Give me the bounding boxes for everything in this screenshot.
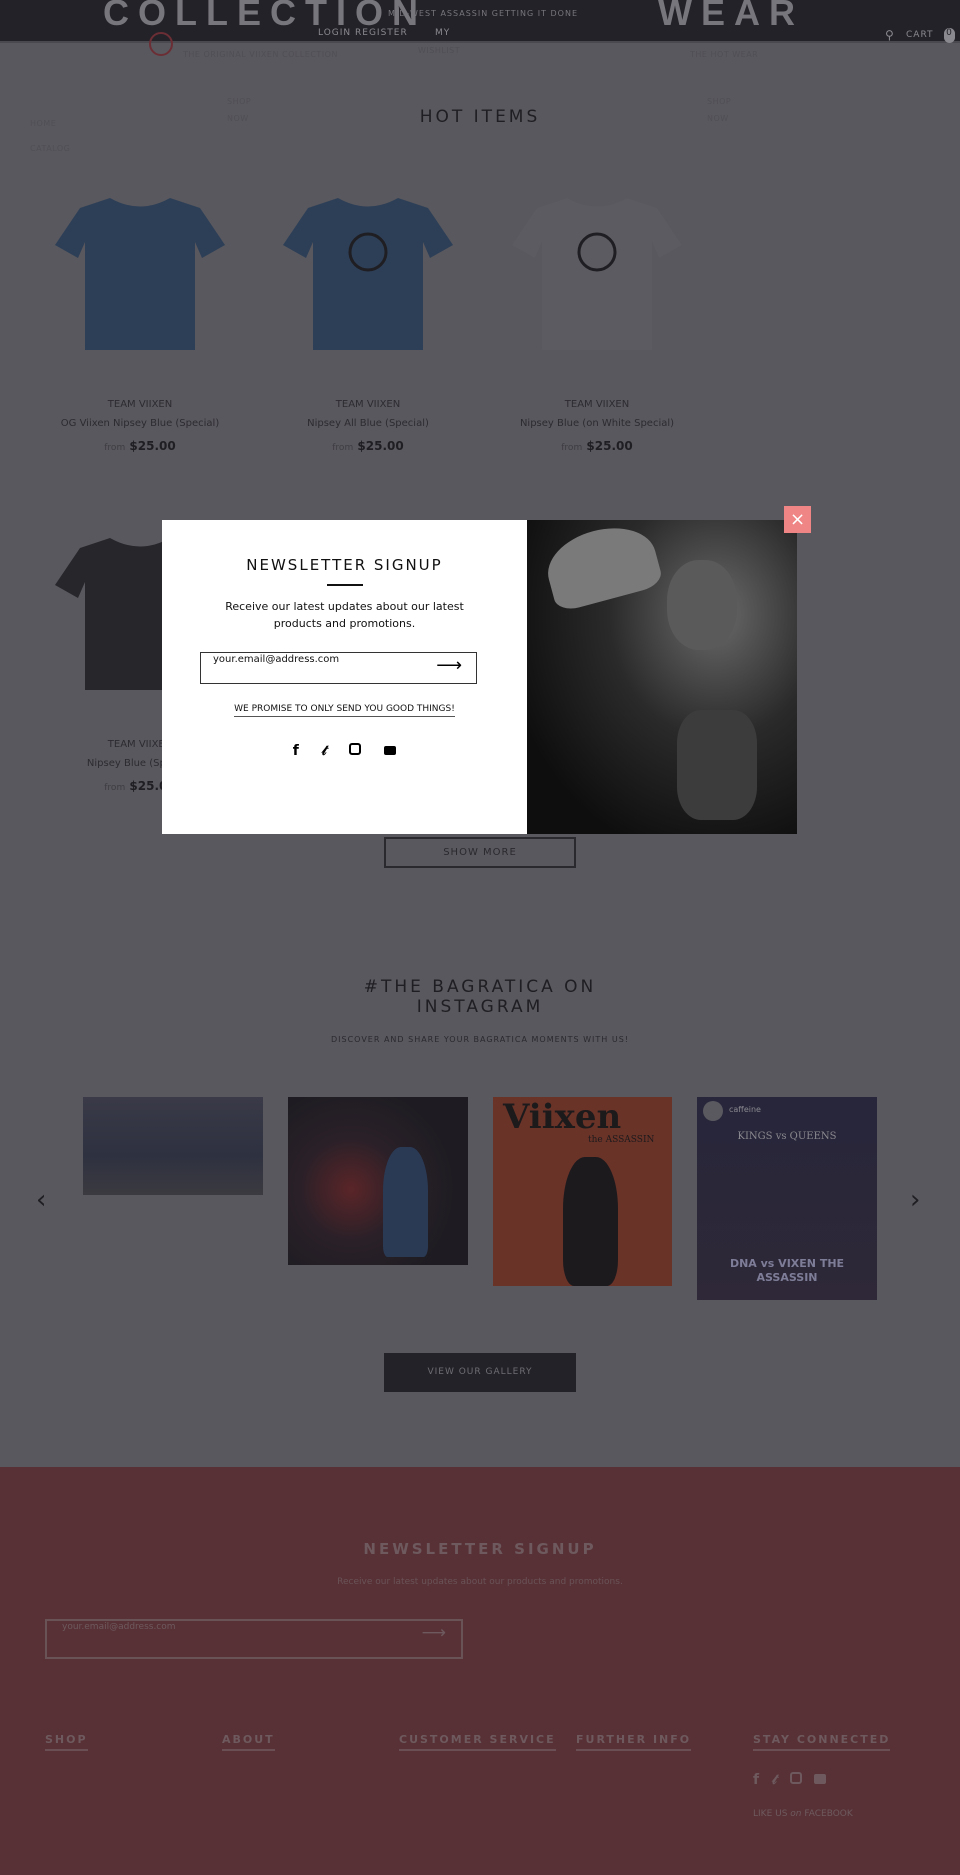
twitter-icon[interactable]: 𝓉 [322, 743, 327, 759]
my-link[interactable]: MY [435, 28, 450, 38]
footer-col-about[interactable]: ABOUT [222, 1733, 275, 1751]
price-from: from [104, 443, 126, 453]
product-brand: TEAM VIIXEN [335, 399, 401, 410]
product-card[interactable]: TEAM VIIXEN OG Viixen Nipsey Blue (Speci… [25, 399, 255, 453]
product-card[interactable]: TEAM VIIXEN Nipsey All Blue (Special) fr… [253, 399, 483, 453]
post-heading: KINGS vs QUEENS [737, 1131, 837, 1142]
instagram-icon[interactable] [349, 743, 362, 755]
cart-count-badge[interactable]: 0 [944, 28, 955, 43]
logo-icon[interactable] [149, 32, 173, 56]
instagram-post-3[interactable]: Viixen the ASSASSIN [493, 1097, 672, 1286]
hot-items-title: HOT ITEMS [419, 107, 541, 127]
footer-col-stay-connected[interactable]: STAY CONNECTED [753, 1733, 891, 1751]
modal-photo [527, 520, 797, 834]
instagram-post-2[interactable] [288, 1097, 468, 1265]
footer-col-further-info[interactable]: FURTHER INFO [576, 1733, 692, 1751]
shop-link-right[interactable]: SHOP [707, 97, 731, 106]
instagram-icon[interactable] [789, 1772, 802, 1784]
brand-right: WEAR [658, 0, 804, 33]
faint-subtitle-right: THE HOT WEAR [690, 50, 759, 59]
wishlist-link[interactable]: WISHLIST [418, 46, 460, 55]
footer-newsletter-title: NEWSLETTER SIGNUP [363, 1540, 597, 1558]
email-placeholder: your.email@address.com [213, 654, 340, 665]
product-name[interactable]: Nipsey Blue (on White Special) [482, 418, 712, 429]
footer-email-input[interactable]: your.email@address.com ⟶ [45, 1619, 463, 1659]
product-price: from $25.00 [482, 439, 712, 453]
product-card[interactable]: TEAM VIIXEN Nipsey Blue (on White Specia… [482, 399, 712, 453]
cart-link[interactable]: CART [906, 30, 934, 40]
faint-subtitle-left: THE ORIGINAL VIIXEN COLLECTION [183, 50, 338, 59]
price-from: from [561, 443, 583, 453]
product-image[interactable] [507, 190, 687, 355]
product-brand: TEAM VIIXEN [564, 399, 630, 410]
product-price: from $25.00 [25, 439, 255, 453]
instagram-subtitle: DISCOVER AND SHARE YOUR BAGRATICA MOMENT… [330, 1035, 629, 1044]
shop-link-left[interactable]: SHOP [227, 97, 251, 106]
facebook-text: FACEBOOK [804, 1809, 853, 1819]
instagram-title-line1: #THE BAGRATICA ON [363, 977, 597, 997]
register-link[interactable]: REGISTER [355, 28, 408, 38]
price-value: $25.00 [357, 439, 404, 453]
footer-col-shop[interactable]: SHOP [45, 1733, 88, 1751]
price-value: $25.00 [129, 439, 176, 453]
facebook-icon[interactable]: f [293, 743, 299, 759]
search-icon[interactable]: ⚲ [885, 28, 895, 42]
modal-title: NEWSLETTER SIGNUP [246, 556, 443, 574]
poster-title: Viixen [503, 1097, 622, 1137]
footer-email-placeholder: your.email@address.com [62, 1622, 176, 1632]
title-divider [326, 584, 363, 586]
login-link[interactable]: LOGIN [318, 28, 351, 38]
modal-email-input[interactable]: your.email@address.com ⟶ [200, 652, 477, 684]
price-value: $25.00 [586, 439, 633, 453]
product-name[interactable]: Nipsey All Blue (Special) [253, 418, 483, 429]
instagram-title-line2: INSTAGRAM [416, 997, 544, 1017]
youtube-icon[interactable] [384, 746, 397, 755]
product-name[interactable]: OG Viixen Nipsey Blue (Special) [25, 418, 255, 429]
promise-text: WE PROMISE TO ONLY SEND YOU GOOD THINGS! [234, 704, 455, 717]
top-header: COLLECTION WEAR MID-WEST ASSASSIN GETTIN… [0, 0, 960, 43]
arrow-right-icon[interactable]: ⟶ [422, 1623, 446, 1643]
product-image[interactable] [278, 190, 458, 355]
chevron-right-icon[interactable]: › [910, 1185, 920, 1215]
price-from: from [104, 783, 126, 793]
youtube-icon[interactable] [814, 1774, 827, 1784]
catalog-link[interactable]: CATALOG [30, 144, 70, 153]
product-price: from $25.00 [253, 439, 483, 453]
view-gallery-button[interactable]: VIEW OUR GALLERY [384, 1353, 576, 1392]
footer-newsletter-text: Receive our latest updates about our pro… [337, 1577, 623, 1587]
like-us-text: LIKE US [753, 1809, 788, 1819]
product-image[interactable] [50, 190, 230, 355]
instagram-title: #THE BAGRATICA ON INSTAGRAM [0, 977, 960, 1017]
show-more-button[interactable]: SHOW MORE [384, 837, 576, 868]
facebook-icon[interactable]: f [753, 1772, 759, 1788]
footer-col-customer-service[interactable]: CUSTOMER SERVICE [399, 1733, 556, 1751]
poster-subtitle: the ASSASSIN [588, 1135, 655, 1145]
instagram-post-1[interactable] [83, 1097, 263, 1195]
footer: NEWSLETTER SIGNUP Receive our latest upd… [0, 1467, 960, 1875]
price-from: from [332, 443, 354, 453]
close-modal-button[interactable]: × [784, 506, 811, 533]
chevron-left-icon[interactable]: ‹ [36, 1185, 46, 1215]
instagram-post-4[interactable]: caffeine KINGS vs QUEENS DNA vs VIXEN TH… [697, 1097, 877, 1300]
arrow-right-icon[interactable]: ⟶ [436, 655, 462, 676]
like-us-facebook-link[interactable]: LIKE US on FACEBOOK [753, 1809, 853, 1819]
newsletter-modal: NEWSLETTER SIGNUP Receive our latest upd… [162, 520, 527, 834]
post-title: DNA vs VIXEN THE ASSASSIN [729, 1257, 845, 1284]
product-brand: TEAM VIIXEN [107, 399, 173, 410]
twitter-icon[interactable]: 𝓉 [772, 1772, 777, 1788]
tagline: MID-WEST ASSASSIN GETTING IT DONE [388, 9, 579, 18]
on-text: on [790, 1809, 802, 1819]
post-account-name: caffeine [729, 1105, 761, 1114]
modal-text: Receive our latest updates about our lat… [225, 600, 464, 630]
